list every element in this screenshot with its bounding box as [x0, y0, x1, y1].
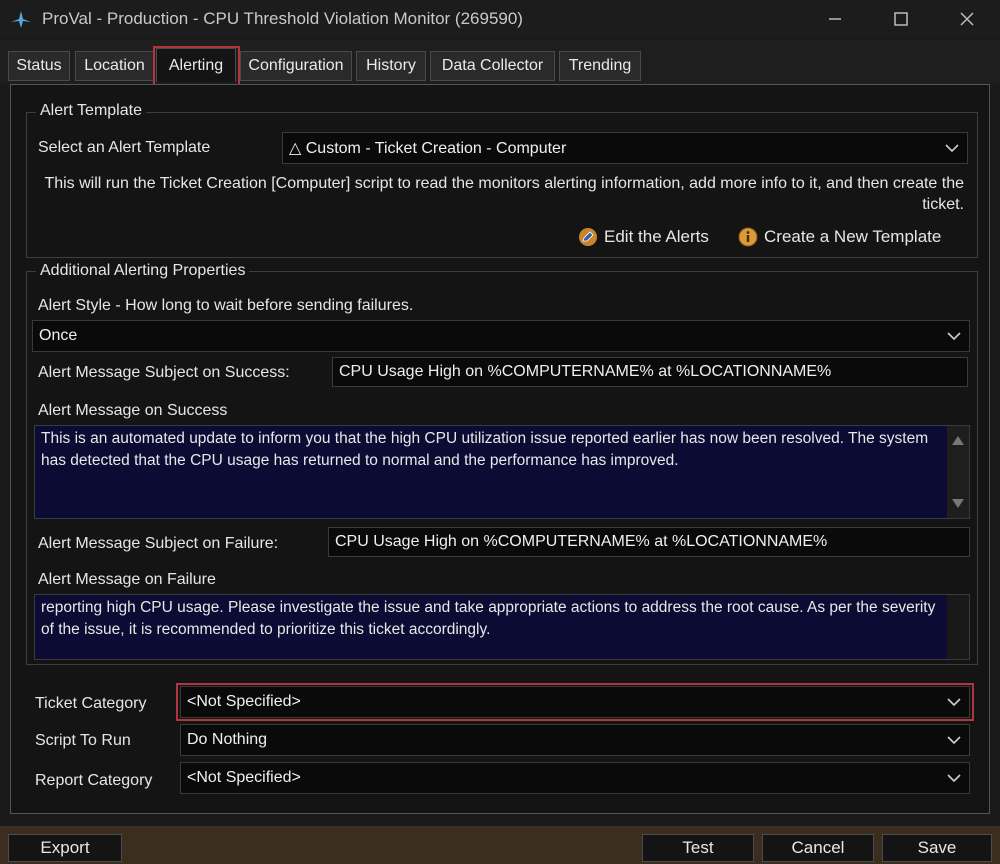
failure-message-textarea[interactable]: reporting high CPU usage. Please investi…: [34, 594, 970, 660]
ticket-category-select[interactable]: <Not Specified>: [180, 686, 970, 718]
success-message-text: This is an automated update to inform yo…: [41, 430, 929, 469]
failure-message-label: Alert Message on Failure: [38, 571, 216, 588]
alert-style-value: Once: [39, 327, 78, 344]
window-title: ProVal - Production - CPU Threshold Viol…: [42, 9, 523, 28]
edit-alerts-button[interactable]: Edit the Alerts: [578, 227, 709, 247]
tab-strip: Status Location Alerting Configuration H…: [0, 40, 1000, 84]
info-icon: [738, 227, 758, 247]
success-subject-input[interactable]: CPU Usage High on %COMPUTERNAME% at %LOC…: [332, 357, 968, 387]
tab-history[interactable]: History: [356, 51, 426, 81]
chevron-down-icon: [947, 332, 961, 341]
chevron-down-icon: [947, 774, 961, 783]
failure-message-text: reporting high CPU usage. Please investi…: [41, 599, 936, 638]
failure-message-scrollbar[interactable]: [947, 595, 969, 659]
app-logo-icon: [11, 11, 31, 28]
report-category-value: <Not Specified>: [187, 769, 301, 786]
ticket-category-label: Ticket Category: [35, 695, 147, 712]
alert-style-label: Alert Style - How long to wait before se…: [38, 297, 414, 314]
alert-style-select[interactable]: Once: [32, 320, 970, 352]
minimize-button[interactable]: [802, 0, 868, 38]
maximize-button[interactable]: [868, 0, 934, 38]
select-alert-template-label: Select an Alert Template: [38, 139, 211, 156]
failure-subject-input[interactable]: CPU Usage High on %COMPUTERNAME% at %LOC…: [328, 527, 970, 557]
ticket-category-value: <Not Specified>: [187, 693, 301, 710]
alert-template-description: This will run the Ticket Creation [Compu…: [44, 175, 964, 213]
cancel-button[interactable]: Cancel: [762, 834, 874, 862]
success-message-label: Alert Message on Success: [38, 402, 228, 419]
script-to-run-value: Do Nothing: [187, 731, 268, 748]
minimize-icon: [829, 18, 841, 20]
alert-template-group-title: Alert Template: [36, 102, 146, 120]
report-category-select[interactable]: <Not Specified>: [180, 762, 970, 794]
maximize-icon: [894, 12, 908, 26]
tab-configuration[interactable]: Configuration: [240, 51, 352, 81]
close-icon: [960, 12, 974, 26]
tab-alerting[interactable]: Alerting: [156, 48, 236, 82]
tab-data-collector[interactable]: Data Collector: [430, 51, 555, 81]
tab-trending[interactable]: Trending: [559, 51, 641, 81]
script-to-run-label: Script To Run: [35, 732, 131, 749]
create-new-template-label: Create a New Template: [764, 227, 942, 246]
edit-alerts-label: Edit the Alerts: [604, 227, 709, 246]
failure-subject-label: Alert Message Subject on Failure:: [38, 535, 279, 552]
footer-bar: Export Test Cancel Save: [0, 826, 1000, 864]
success-subject-label: Alert Message Subject on Success:: [38, 364, 290, 381]
scroll-up-icon[interactable]: [952, 436, 964, 445]
success-message-scrollbar[interactable]: [947, 426, 969, 518]
chevron-down-icon: [947, 698, 961, 707]
tab-location[interactable]: Location: [75, 51, 154, 81]
success-message-textarea[interactable]: This is an automated update to inform yo…: [34, 425, 970, 519]
create-new-template-button[interactable]: Create a New Template: [738, 227, 941, 247]
additional-properties-group-title: Additional Alerting Properties: [36, 262, 250, 280]
save-button[interactable]: Save: [882, 834, 992, 862]
tab-status[interactable]: Status: [8, 51, 70, 81]
export-button[interactable]: Export: [8, 834, 122, 862]
alert-template-select[interactable]: △ Custom - Ticket Creation - Computer: [282, 132, 968, 164]
report-category-label: Report Category: [35, 772, 153, 789]
chevron-down-icon: [947, 736, 961, 745]
script-to-run-select[interactable]: Do Nothing: [180, 724, 970, 756]
scroll-down-icon[interactable]: [952, 499, 964, 508]
edit-pencil-icon: [579, 228, 597, 246]
chevron-down-icon: [945, 144, 959, 153]
close-button[interactable]: [934, 0, 1000, 38]
alert-template-select-value: △ Custom - Ticket Creation - Computer: [289, 140, 567, 157]
title-bar: ProVal - Production - CPU Threshold Viol…: [0, 0, 1000, 38]
test-button[interactable]: Test: [642, 834, 754, 862]
